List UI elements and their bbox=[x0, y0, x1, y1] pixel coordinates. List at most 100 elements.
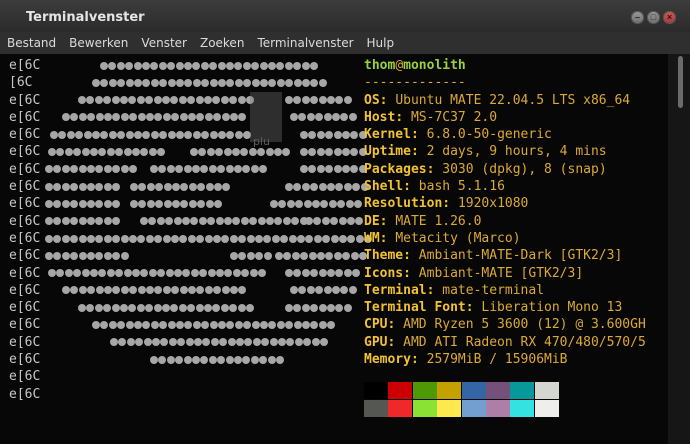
logo-dot bbox=[316, 148, 325, 156]
logo-dot bbox=[150, 130, 159, 139]
logo-dot bbox=[286, 338, 295, 347]
logo-dot bbox=[160, 338, 169, 347]
logo-dot bbox=[325, 251, 334, 260]
logo-dot bbox=[343, 182, 352, 191]
logo-dot bbox=[156, 217, 165, 226]
logo-dot bbox=[140, 148, 149, 156]
menu-bestand[interactable]: Bestand bbox=[0, 32, 62, 54]
menu-venster[interactable]: Venster bbox=[134, 32, 193, 54]
logo-dot bbox=[238, 251, 247, 260]
logo-dot bbox=[153, 96, 162, 105]
info-key: Memory bbox=[364, 352, 411, 368]
logo-dot bbox=[229, 234, 238, 243]
logo-dot bbox=[170, 96, 179, 105]
logo-dot bbox=[243, 321, 252, 329]
logo-dot bbox=[179, 234, 188, 243]
logo-dot bbox=[285, 269, 293, 278]
logo-dot bbox=[308, 130, 317, 139]
logo-dot bbox=[204, 286, 213, 295]
palette-swatch bbox=[461, 399, 486, 417]
logo-dot bbox=[87, 217, 95, 226]
logo-dot bbox=[195, 303, 204, 312]
terminal-area[interactable]: e[6C [6C e[6C e[6C e[6C e[6C e[6C e[6C e[6C e[6C e… bbox=[0, 54, 668, 444]
logo-dot bbox=[123, 269, 132, 278]
info-value: MS-7C37 2.0 bbox=[410, 109, 498, 125]
logo-dot bbox=[184, 61, 192, 70]
logo-dot bbox=[178, 303, 187, 312]
logo-dot bbox=[175, 355, 184, 364]
ghost-label: plu bbox=[253, 135, 271, 148]
logo-dot bbox=[56, 269, 65, 278]
logo-dot bbox=[192, 61, 201, 70]
logo-dot bbox=[352, 182, 361, 191]
logo-dot bbox=[301, 269, 310, 278]
logo-dot bbox=[92, 321, 100, 329]
logo-dot bbox=[78, 182, 87, 191]
logo-dot bbox=[165, 269, 174, 278]
logo-dot bbox=[275, 251, 283, 260]
logo-dot bbox=[258, 269, 266, 278]
logo-dot bbox=[120, 234, 129, 243]
terminal-window: Terminalvenster – □ × Bestand Bewerken V… bbox=[0, 0, 690, 444]
logo-dot bbox=[212, 303, 221, 312]
logo-dot bbox=[242, 61, 251, 70]
logo-dot bbox=[198, 148, 207, 156]
logo-dot bbox=[212, 96, 221, 105]
logo-dot bbox=[78, 303, 86, 312]
logo-dot bbox=[196, 234, 205, 243]
logo-dot bbox=[207, 217, 216, 226]
logo-dot bbox=[187, 303, 196, 312]
logo-dot bbox=[187, 234, 196, 243]
menu-zoeken[interactable]: Zoeken bbox=[193, 32, 250, 54]
escape-code-column: e[6C [6C e[6C e[6C e[6C e[6C e[6C e[6C e[6C e[6C e… bbox=[9, 57, 40, 403]
logo-dot bbox=[237, 303, 246, 312]
escape-line: e[6C bbox=[9, 369, 41, 385]
logo-dot bbox=[53, 199, 62, 208]
scrollbar[interactable] bbox=[668, 54, 690, 444]
logo-dot bbox=[263, 234, 272, 243]
info-colon: : bbox=[387, 317, 404, 333]
logo-dot bbox=[157, 269, 166, 278]
logo-dot bbox=[61, 234, 70, 243]
logo-dot bbox=[120, 303, 128, 312]
logo-dot bbox=[87, 286, 96, 295]
logo-dot bbox=[112, 286, 121, 295]
logo-dot bbox=[166, 355, 175, 364]
logo-dot bbox=[312, 199, 320, 208]
at-sign: @ bbox=[395, 58, 404, 73]
escape-line: e[6C bbox=[9, 92, 41, 108]
maximize-icon[interactable]: □ bbox=[647, 11, 660, 24]
logo-dot bbox=[130, 182, 138, 191]
scrollbar-thumb[interactable] bbox=[678, 56, 683, 108]
logo-dot bbox=[190, 269, 199, 278]
logo-dot bbox=[70, 217, 79, 226]
logo-dot bbox=[310, 182, 319, 191]
logo-dot bbox=[234, 165, 242, 174]
logo-dot bbox=[343, 269, 352, 278]
close-icon[interactable]: × bbox=[663, 11, 676, 24]
menu-hulp[interactable]: Hulp bbox=[360, 32, 401, 54]
logo-dot bbox=[213, 113, 222, 122]
menu-bewerken[interactable]: Bewerken bbox=[62, 32, 134, 54]
logo-dot bbox=[170, 303, 179, 312]
logo-dot bbox=[250, 165, 259, 174]
title-bar[interactable]: Terminalvenster – □ × bbox=[0, 0, 690, 32]
logo-dot bbox=[146, 286, 154, 295]
logo-dot bbox=[295, 199, 304, 208]
logo-dot bbox=[315, 286, 324, 295]
logo-dot bbox=[53, 234, 62, 243]
escape-line: e[6C bbox=[9, 109, 41, 125]
logo-dot bbox=[209, 130, 218, 139]
menu-terminalvenster[interactable]: Terminalvenster bbox=[250, 32, 359, 54]
logo-dot bbox=[125, 321, 134, 329]
logo-dot bbox=[306, 286, 315, 295]
logo-dot bbox=[197, 182, 206, 191]
logo-dot bbox=[217, 61, 226, 70]
info-value: mate-terminal bbox=[442, 282, 545, 298]
logo-dot bbox=[115, 269, 124, 278]
logo-dot bbox=[61, 165, 70, 174]
logo-dot bbox=[95, 217, 104, 226]
logo-dot bbox=[148, 269, 157, 278]
logo-dot bbox=[311, 338, 320, 347]
minimize-icon[interactable]: – bbox=[631, 11, 644, 24]
